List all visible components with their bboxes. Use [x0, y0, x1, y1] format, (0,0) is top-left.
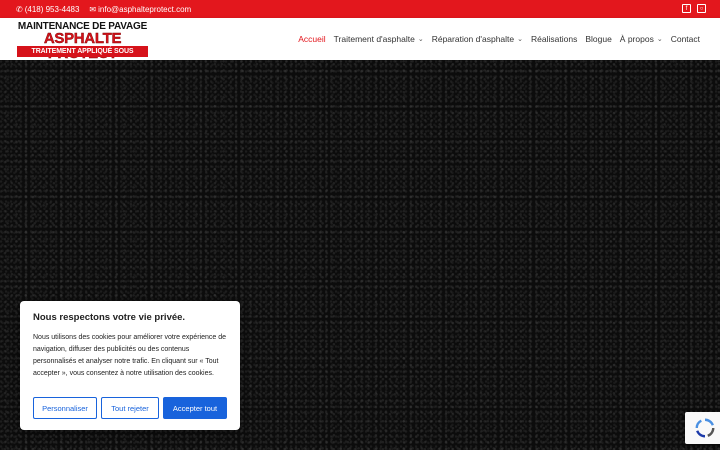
- site-header: MAINTENANCE DE PAVAGE ASPHALTE PROTECT T…: [0, 18, 720, 66]
- chevron-down-icon: ⌄: [656, 36, 663, 43]
- cookie-title: Nous respectons votre vie privée.: [33, 312, 186, 323]
- email-icon: ✉: [89, 4, 97, 14]
- accept-all-button[interactable]: Accepter tout: [163, 397, 227, 419]
- nav-item-blogue[interactable]: Blogue: [585, 34, 611, 44]
- main-nav: Accueil Traitement d'asphalte ⌄ Réparati…: [298, 18, 700, 60]
- reject-all-button[interactable]: Tout rejeter: [101, 397, 159, 419]
- customize-button[interactable]: Personnaliser: [33, 397, 97, 419]
- cookie-buttons: Personnaliser Tout rejeter Accepter tout: [33, 397, 227, 419]
- cookie-body: Nous utilisons des cookies pour améliore…: [33, 334, 226, 377]
- chevron-down-icon: ⌄: [517, 36, 524, 43]
- nav-item-contact[interactable]: Contact: [671, 34, 700, 44]
- phone-link[interactable]: ✆ (418) 953-4483: [16, 5, 79, 14]
- cookie-consent-dialog: Nous respectons votre vie privée. Nous u…: [20, 301, 240, 430]
- nav-item-reparation[interactable]: Réparation d'asphalte ⌄: [432, 34, 523, 44]
- nav-item-label: Blogue: [585, 34, 612, 44]
- nav-item-label: Accueil: [298, 34, 326, 44]
- email-address: info@asphalteprotect.com: [98, 4, 192, 14]
- phone-icon: ✆: [16, 4, 23, 14]
- phone-number: (418) 953-4483: [24, 4, 80, 14]
- nav-item-label: Réparation d'asphalte: [431, 34, 515, 44]
- recaptcha-icon: [695, 418, 715, 438]
- social-links: f ○: [682, 4, 706, 13]
- top-bar: ✆ (418) 953-4483 ✉ info@asphalteprotect.…: [0, 0, 720, 18]
- nav-item-a-propos[interactable]: À propos ⌄: [620, 34, 663, 44]
- nav-item-accueil[interactable]: Accueil: [298, 34, 325, 44]
- chevron-down-icon: ⌄: [417, 36, 424, 43]
- nav-item-realisations[interactable]: Réalisations: [531, 34, 577, 44]
- nav-item-traitement[interactable]: Traitement d'asphalte ⌄: [334, 34, 424, 44]
- instagram-icon[interactable]: ○: [697, 4, 706, 13]
- nav-item-label: Traitement d'asphalte: [333, 34, 415, 44]
- site-logo[interactable]: MAINTENANCE DE PAVAGE ASPHALTE PROTECT T…: [17, 21, 148, 66]
- nav-item-label: Contact: [670, 34, 700, 44]
- nav-item-label: Réalisations: [531, 34, 578, 44]
- email-link[interactable]: ✉ info@asphalteprotect.com: [89, 5, 191, 14]
- recaptcha-badge[interactable]: [685, 412, 720, 444]
- nav-item-label: À propos: [619, 34, 654, 44]
- logo-line-2: ASPHALTE PROTECT: [43, 30, 122, 61]
- logo-line-3: TRAITEMENT APPLIQUÉ SOUS PRESSION: [17, 46, 148, 66]
- facebook-icon[interactable]: f: [682, 4, 691, 13]
